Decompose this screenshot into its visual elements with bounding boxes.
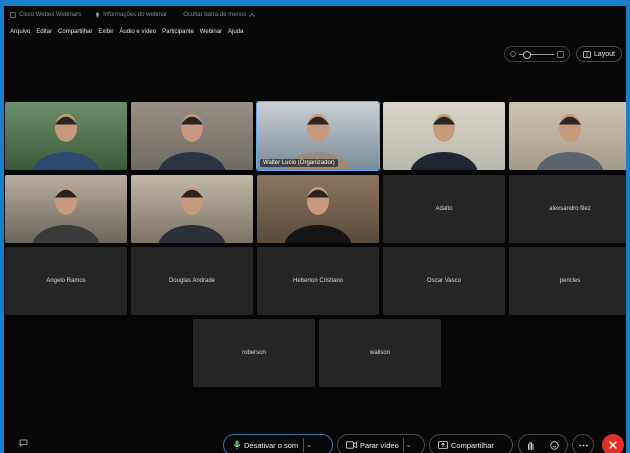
end-call-button[interactable] (602, 434, 624, 453)
video-camera-icon (346, 441, 357, 449)
video-label: Parar vídeo (360, 440, 399, 450)
menu-item[interactable]: Arquivo (10, 29, 30, 35)
participant-video-icon (284, 186, 352, 243)
menu-item[interactable]: Editar (36, 29, 52, 35)
more-options-button[interactable] (572, 434, 594, 453)
participant-name: pericles (559, 278, 581, 284)
mute-button[interactable]: Desativar o som ⌄ (223, 434, 333, 453)
webex-logo-icon (10, 12, 16, 18)
participant-tile[interactable]: Heberton Cristiano (257, 247, 379, 315)
microphone-icon (233, 440, 241, 450)
participant-name: walison (369, 350, 390, 356)
title-bar: Cisco Webex Webinars Informações do webi… (4, 6, 626, 24)
menu-item[interactable]: Participante (162, 29, 194, 35)
participant-tile[interactable]: roberson (193, 319, 315, 387)
participant-name: Oscar Vasco (427, 278, 461, 284)
reactions-group (518, 434, 568, 453)
participant-video-tile[interactable] (257, 175, 379, 243)
participant-tile[interactable]: walison (319, 319, 441, 387)
hide-menu-label: Ocultar barra de menus (183, 12, 247, 18)
app-title: Cisco Webex Webinars (10, 12, 81, 18)
view-controls: Layout (503, 46, 622, 62)
participant-video-tile[interactable] (5, 175, 127, 243)
participant-video-tile[interactable] (509, 102, 626, 170)
raise-hand-icon[interactable] (527, 441, 534, 450)
participant-name: Douglas Andrade (168, 278, 216, 284)
webinar-info[interactable]: Informações do webinar (95, 12, 167, 18)
participant-video-tile[interactable] (5, 102, 127, 170)
hide-menu-bar-button[interactable]: Ocultar barra de menus (183, 12, 258, 18)
share-screen-icon (438, 441, 448, 449)
menu-item[interactable]: Webinar (200, 29, 222, 35)
participant-tile[interactable]: Oscar Vasco (383, 247, 505, 315)
share-button[interactable]: Compartilhar (429, 434, 513, 453)
participant-tile[interactable]: Angelo Ramos (5, 247, 127, 315)
layout-grid-icon (583, 50, 591, 58)
menu-item[interactable]: Ajuda (228, 29, 243, 35)
zoom-knob[interactable] (522, 50, 531, 59)
participant-video-tile[interactable] (383, 102, 505, 170)
layout-label: Layout (593, 50, 615, 58)
mute-options-chevron-icon[interactable]: ⌄ (306, 441, 312, 449)
participant-video-icon (32, 186, 100, 243)
participant-video-icon (158, 186, 226, 243)
layout-button[interactable]: Layout (575, 46, 622, 62)
participant-video-tile[interactable] (131, 102, 253, 170)
webinar-info-text: Informações do webinar (103, 12, 168, 18)
chat-icon[interactable] (19, 439, 28, 447)
video-options-chevron-icon[interactable]: ⌄ (406, 441, 412, 449)
participant-tile[interactable]: alexsandro filez (509, 175, 626, 243)
menu-bar: Arquivo Editar Compartilhar Exibir Áudio e v… (4, 25, 243, 39)
menu-item[interactable]: Compartilhar (58, 29, 92, 35)
participant-video-tile[interactable]: Walter Lucio (Organizador) (256, 101, 380, 171)
stop-video-button[interactable]: Parar vídeo ⌄ (337, 434, 425, 453)
share-label: Compartilhar (451, 440, 494, 450)
participant-name: Walter Lucio (Organizador) (260, 159, 338, 167)
zoom-out-icon (510, 51, 516, 57)
participant-name: Angelo Ramos (46, 278, 86, 284)
participant-tile[interactable]: Douglas Andrade (131, 247, 253, 315)
participant-name: alexsandro filez (549, 206, 591, 212)
menu-item[interactable]: Exibir (98, 29, 113, 35)
participant-name: Heberton Cristiano (292, 278, 344, 284)
participant-video-icon (32, 113, 100, 170)
chevron-up-icon (249, 13, 256, 17)
reaction-emoji-icon[interactable] (550, 440, 559, 450)
menu-item[interactable]: Áudio e vídeo (119, 29, 156, 35)
close-icon (609, 441, 617, 449)
participant-video-icon (410, 113, 478, 170)
participant-video-tile[interactable] (131, 175, 253, 243)
more-dots-icon (578, 444, 588, 446)
participant-video-icon (158, 113, 226, 170)
zoom-slider[interactable] (503, 46, 570, 62)
participant-name: Adalto (435, 206, 453, 212)
info-pin-icon (96, 12, 100, 18)
webex-window: Cisco Webex Webinars Informações do webi… (4, 6, 626, 453)
participant-video-icon (536, 113, 604, 170)
participant-name: roberson (242, 350, 266, 356)
participant-tile[interactable]: Adalto (383, 175, 505, 243)
app-title-text: Cisco Webex Webinars (19, 12, 82, 18)
mute-label: Desativar o som (244, 440, 299, 450)
participant-tile[interactable]: pericles (509, 247, 626, 315)
zoom-in-icon (557, 50, 564, 58)
